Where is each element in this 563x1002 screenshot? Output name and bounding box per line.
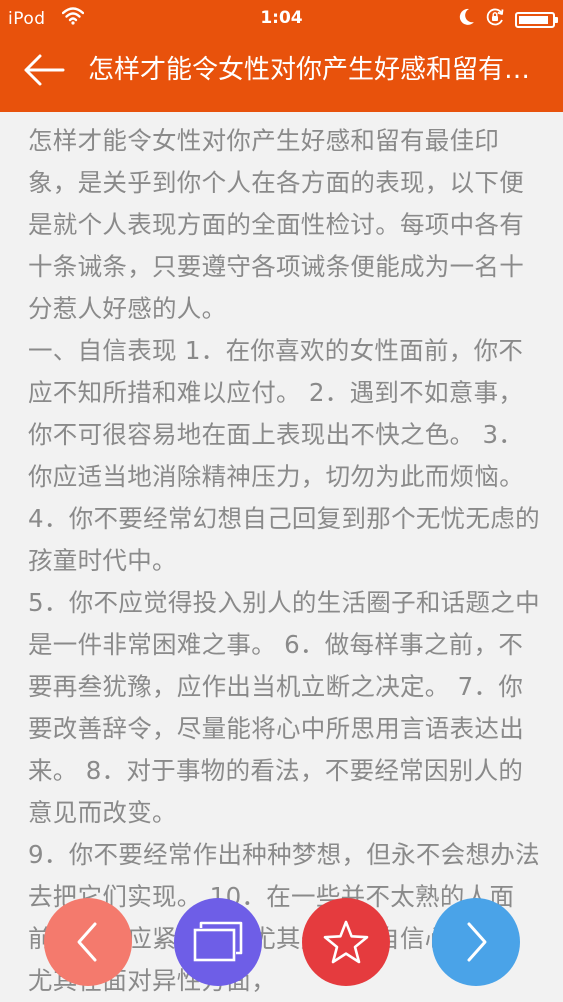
- arrow-left-icon: [24, 54, 65, 86]
- app-header: iPod 1:04 怎样才能令女性对你产生好感和留有最: [0, 0, 563, 112]
- chevron-right-icon: [467, 922, 487, 962]
- status-bar: iPod 1:04: [0, 0, 563, 36]
- chevron-left-icon: [77, 922, 97, 962]
- back-button[interactable]: [22, 50, 74, 90]
- page-title: 怎样才能令女性对你产生好感和留有最佳印象: [88, 55, 548, 85]
- status-icons: [459, 7, 558, 32]
- pages-icon: [193, 921, 243, 962]
- nav-bar: 怎样才能令女性对你产生好感和留有最佳印象: [0, 36, 563, 112]
- next-button[interactable]: [432, 898, 520, 986]
- pages-button[interactable]: [174, 898, 262, 986]
- article-paragraph: 一、自信表现 1．在你喜欢的女性面前，你不应不知所措和难以应付。 2．遇到不如意…: [28, 336, 540, 575]
- article-body: 怎样才能令女性对你产生好感和留有最佳印象，是关乎到你个人在各方面的表现，以下便是…: [28, 120, 540, 1002]
- article-paragraph: 5．你不应觉得投入别人的生活圈子和话题之中是一件非常困难之事。 6．做每样事之前…: [28, 588, 540, 827]
- article-paragraph: 怎样才能令女性对你产生好感和留有最佳印象，是关乎到你个人在各方面的表现，以下便是…: [28, 126, 524, 323]
- previous-button[interactable]: [44, 898, 132, 986]
- battery-fill: [519, 15, 548, 24]
- favorite-button[interactable]: [302, 898, 390, 986]
- battery-icon: [515, 11, 558, 28]
- star-icon: [323, 920, 369, 964]
- moon-icon: [459, 8, 475, 31]
- rotation-lock-icon: [485, 7, 505, 32]
